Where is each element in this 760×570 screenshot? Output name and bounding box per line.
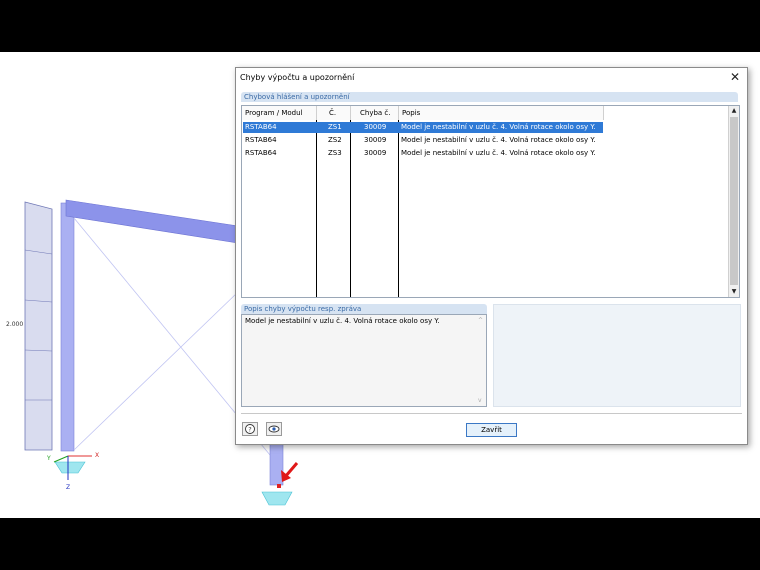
cell-number: ZS3 [328,149,342,157]
errors-group: Chybová hlášení a upozornění Program / M… [241,92,740,299]
cell-program: RSTAB64 [245,136,277,144]
column-header-program[interactable]: Program / Modul [242,106,317,120]
support-right [261,491,293,506]
column-header-error[interactable]: Chyba č. [351,106,399,120]
column-right [269,442,284,486]
close-button[interactable]: Zavřít [466,423,517,437]
scroll-up-icon[interactable]: ^ [478,317,483,324]
divider [241,413,742,414]
cell-error: 30009 [364,149,387,157]
description-group-title: Popis chyby výpočtu resp. zpráva [241,304,487,314]
errors-dialog: Chyby výpočtu a upozornění ✕ Chybová hlá… [235,67,748,445]
node-marker [277,484,281,488]
cell-number: ZS1 [328,123,342,131]
member-load-diagram [24,201,53,451]
dialog-title: Chyby výpočtu a upozornění [240,73,355,82]
load-value-label: 2.000 [6,321,24,328]
support-left [54,461,86,474]
y-axis [53,455,69,463]
description-textbox[interactable]: Model je nestabilní v uzlu č. 4. Volná r… [241,314,487,407]
cell-error: 30009 [364,123,387,131]
column-header-description[interactable]: Popis [399,106,604,120]
close-icon[interactable]: ✕ [728,70,742,84]
cell-description: Model je nestabilní v uzlu č. 4. Volná r… [401,149,596,157]
scroll-thumb[interactable] [730,117,738,285]
svg-text:?: ? [248,425,251,433]
errors-group-title: Chybová hlášení a upozornění [241,92,738,102]
column-divider [398,120,399,297]
column-divider [316,120,317,297]
table-row[interactable]: RSTAB64 ZS2 30009 Model je nestabilní v … [243,135,603,146]
cell-description: Model je nestabilní v uzlu č. 4. Volná r… [401,123,596,131]
description-scrollbar[interactable]: ^ v [476,315,486,406]
column-divider [350,120,351,297]
description-group: Popis chyby výpočtu resp. zpráva Model j… [241,304,487,407]
cell-program: RSTAB64 [245,149,277,157]
cell-program: RSTAB64 [245,123,277,131]
table-row[interactable]: RSTAB64 ZS1 30009 Model je nestabilní v … [243,122,603,133]
table-row[interactable]: RSTAB64 ZS3 30009 Model je nestabilní v … [243,148,603,159]
scroll-up-icon[interactable]: ▲ [729,106,739,116]
details-panel [493,304,741,407]
column-left [60,202,75,452]
cell-error: 30009 [364,136,387,144]
red-arrow-icon [281,462,299,482]
z-axis-label: Z [66,484,71,491]
beam-top [65,199,239,244]
column-header-number[interactable]: Č. [317,106,351,120]
x-axis-label: X [95,452,100,459]
bracing-2 [73,291,239,451]
help-icon: ? [245,424,255,434]
help-button[interactable]: ? [242,422,258,436]
scroll-down-icon[interactable]: ▼ [729,287,739,297]
cell-description: Model je nestabilní v uzlu č. 4. Volná r… [401,136,596,144]
scroll-down-icon[interactable]: v [478,397,482,404]
eye-icon [268,425,280,433]
y-axis-label: Y [47,455,51,462]
view-button[interactable] [266,422,282,436]
description-text: Model je nestabilní v uzlu č. 4. Volná r… [245,317,440,325]
cell-number: ZS2 [328,136,342,144]
table-scrollbar[interactable]: ▲ ▼ [728,106,739,297]
errors-table[interactable]: Program / Modul Č. Chyba č. Popis RSTAB6… [241,105,740,298]
